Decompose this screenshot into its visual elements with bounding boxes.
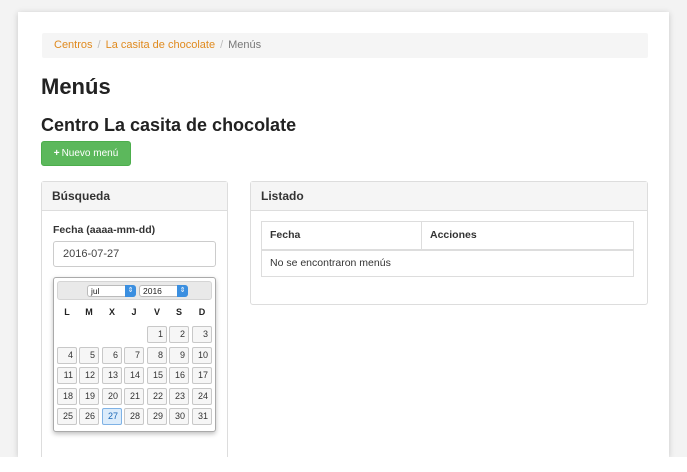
menus-table: Fecha Acciones No se encontraron menús xyxy=(261,221,634,277)
calendar-day[interactable]: 24 xyxy=(192,387,212,405)
breadcrumb-current: Menús xyxy=(228,39,262,51)
month-select[interactable]: jul ⇕ xyxy=(87,285,136,297)
weekday-label: X xyxy=(108,307,115,317)
calendar-day[interactable]: 3 xyxy=(192,326,212,343)
calendar-day-selected[interactable]: 27 xyxy=(102,408,122,425)
empty-message: No se encontraron menús xyxy=(261,249,634,277)
breadcrumb-link-center[interactable]: La casita de chocolate xyxy=(106,39,215,51)
calendar-day[interactable]: 15 xyxy=(147,367,167,384)
column-header-fecha: Fecha xyxy=(261,221,422,251)
breadcrumb-link-centros[interactable]: Centros xyxy=(54,39,93,51)
center-title: Centro La casita de chocolate xyxy=(41,115,297,135)
search-panel: Búsqueda Fecha (aaaa-mm-dd) 2016-07-27 j… xyxy=(41,181,228,462)
calendar-day[interactable]: 11 xyxy=(57,367,77,384)
breadcrumb-separator: / xyxy=(220,39,224,51)
calendar-day[interactable]: 4 xyxy=(57,346,77,364)
month-select-value: jul xyxy=(91,286,100,296)
page-content: Centros / La casita de chocolate / Menús Men… xyxy=(18,12,669,462)
calendar-day[interactable]: 10 xyxy=(192,346,212,364)
table-header-row: Fecha Acciones xyxy=(261,221,634,251)
calendar-day[interactable]: 26 xyxy=(79,408,99,425)
calendar-day[interactable]: 7 xyxy=(124,346,144,364)
weekday-label: L xyxy=(64,307,70,317)
calendar-day[interactable]: 2 xyxy=(169,326,189,343)
weekday-label: S xyxy=(175,307,182,317)
datepicker-calendar: jul ⇕ 2016 ⇕ L M X J V S D 1 2 3 4 5 6 7 8 9 10 11 12 13 14 1… xyxy=(53,277,216,432)
calendar-day[interactable]: 14 xyxy=(124,367,144,384)
year-select-value: 2016 xyxy=(143,286,162,296)
new-menu-button[interactable]: + Nuevo menú xyxy=(41,141,131,166)
list-panel-title: Listado xyxy=(251,182,647,211)
select-arrows-icon: ⇕ xyxy=(125,285,136,297)
column-header-acciones: Acciones xyxy=(421,221,634,251)
calendar-day[interactable]: 5 xyxy=(79,346,99,364)
calendar-day[interactable]: 23 xyxy=(169,387,189,405)
select-arrows-icon: ⇕ xyxy=(177,285,188,297)
date-field-label: Fecha (aaaa-mm-dd) xyxy=(53,224,156,236)
plus-icon: + xyxy=(53,148,60,159)
calendar-day[interactable]: 22 xyxy=(147,387,167,405)
calendar-day[interactable]: 21 xyxy=(124,387,144,405)
calendar-day[interactable]: 9 xyxy=(169,346,189,364)
calendar-day[interactable]: 13 xyxy=(102,367,122,384)
calendar-day[interactable]: 18 xyxy=(57,387,77,405)
breadcrumb: Centros / La casita de chocolate / Menús xyxy=(42,33,648,58)
calendar-day[interactable]: 19 xyxy=(79,387,99,405)
calendar-day[interactable]: 8 xyxy=(147,346,167,364)
calendar-day[interactable]: 1 xyxy=(147,326,167,343)
calendar-day[interactable]: 6 xyxy=(102,346,122,364)
calendar-day[interactable]: 25 xyxy=(57,408,77,425)
page-footer xyxy=(0,457,687,472)
calendar-header: jul ⇕ 2016 ⇕ xyxy=(57,281,212,300)
page-title: Menús xyxy=(41,74,111,99)
calendar-day[interactable]: 28 xyxy=(124,408,144,425)
weekday-label: M xyxy=(85,307,93,317)
calendar-day[interactable]: 31 xyxy=(192,408,212,425)
date-input[interactable]: 2016-07-27 xyxy=(53,241,216,267)
search-panel-title: Búsqueda xyxy=(42,182,227,211)
weekday-label: D xyxy=(198,307,206,317)
weekday-label: V xyxy=(153,307,160,317)
weekday-label: J xyxy=(131,307,137,317)
breadcrumb-separator: / xyxy=(97,39,101,51)
calendar-day[interactable]: 30 xyxy=(169,408,189,425)
calendar-day[interactable]: 29 xyxy=(147,408,167,425)
new-menu-button-label: Nuevo menú xyxy=(61,148,119,159)
calendar-day[interactable]: 20 xyxy=(102,387,122,405)
calendar-day[interactable]: 12 xyxy=(79,367,99,384)
calendar-day[interactable]: 16 xyxy=(169,367,189,384)
calendar-day[interactable]: 17 xyxy=(192,367,212,384)
year-select[interactable]: 2016 ⇕ xyxy=(139,285,188,297)
list-panel: Listado Fecha Acciones No se encontraron… xyxy=(250,181,648,305)
table-row: No se encontraron menús xyxy=(261,249,634,277)
